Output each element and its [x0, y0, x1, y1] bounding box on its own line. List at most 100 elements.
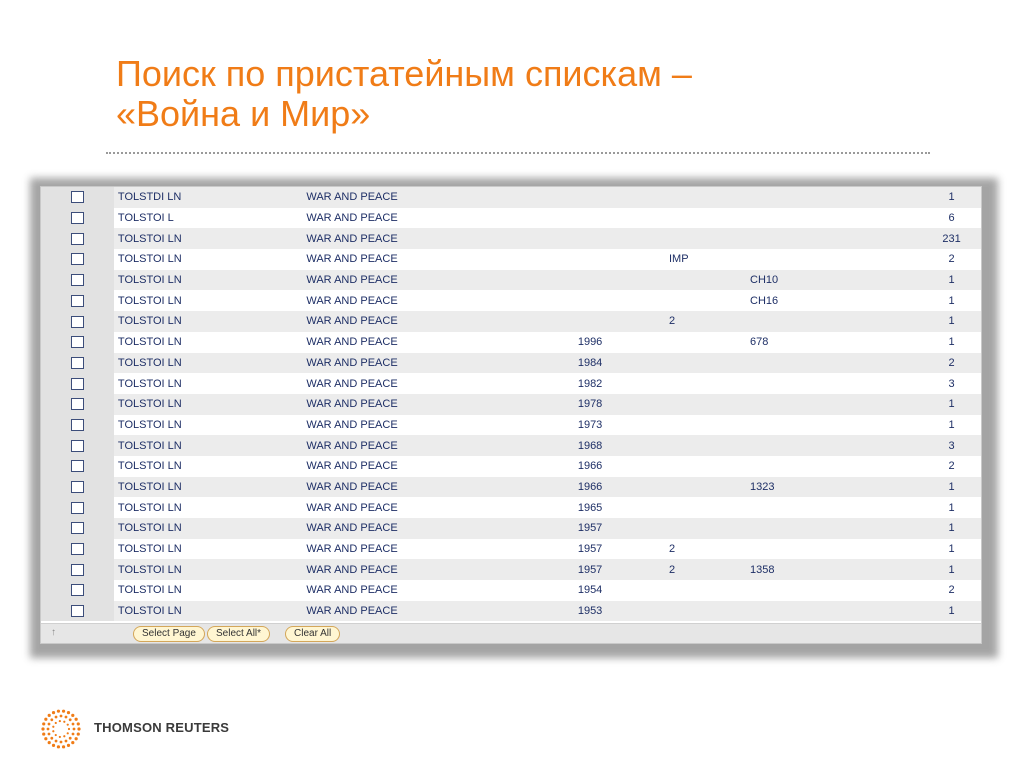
row-checkbox[interactable]: [70, 212, 84, 225]
logo-dot: [47, 741, 51, 745]
year-cell: [577, 269, 669, 291]
logo-dot: [56, 745, 61, 749]
logo-dot: [71, 722, 75, 726]
results-table-body: TOLSTDI LN WAR AND PEACE 1 TOLSTOI L WAR AND…: [41, 187, 981, 622]
year-cell: 1996: [577, 331, 669, 353]
citation-count-cell: 1: [922, 187, 981, 208]
page-cell: 1323: [750, 476, 923, 498]
logo-dot: [77, 727, 81, 731]
row-checkbox[interactable]: [70, 418, 84, 431]
row-checkbox[interactable]: [70, 522, 84, 535]
logo-dot: [63, 720, 66, 723]
author-cell: TOLSTOI LN: [113, 414, 307, 436]
row-checkbox[interactable]: [70, 356, 84, 369]
page-cell: [750, 249, 923, 270]
volume-cell: [668, 393, 751, 415]
row-checkbox[interactable]: [70, 563, 84, 576]
author-cell: TOLSTOI LN: [113, 518, 307, 539]
row-checkbox[interactable]: [70, 377, 84, 390]
volume-cell: [668, 455, 751, 477]
volume-cell: [668, 207, 751, 229]
table-row: TOLSTOI LN WAR AND PEACE 1957 1: [41, 518, 981, 539]
volume-cell: [668, 228, 751, 250]
year-cell: 1984: [577, 352, 669, 374]
author-cell: TOLSTOI LN: [113, 476, 307, 498]
work-title-cell: WAR AND PEACE: [306, 393, 578, 415]
work-title-cell: WAR AND PEACE: [306, 290, 578, 312]
citation-count-cell: 231: [922, 228, 981, 250]
row-checkbox-cell: [41, 414, 114, 436]
row-checkbox-cell: [41, 187, 114, 208]
year-cell: 1982: [577, 373, 669, 394]
table-row: TOLSTOI LN WAR AND PEACE 1968 3: [41, 435, 981, 456]
page-cell: 678: [750, 331, 923, 353]
row-checkbox-cell: [41, 373, 114, 394]
row-checkbox-cell: [41, 580, 114, 601]
citation-count-cell: 1: [922, 414, 981, 436]
page-cell: [750, 228, 923, 250]
slide-title: Поиск по пристатейным спискам – «Война и…: [116, 54, 936, 134]
logo-dot: [47, 722, 51, 726]
citation-count-cell: 2: [922, 352, 981, 374]
row-checkbox[interactable]: [70, 605, 84, 618]
year-cell: [577, 207, 669, 229]
row-checkbox[interactable]: [70, 274, 84, 287]
row-checkbox-cell: [41, 393, 114, 415]
select-all-button[interactable]: Select All*: [207, 626, 271, 642]
volume-cell: [668, 352, 751, 374]
select-page-button[interactable]: Select Page: [133, 626, 205, 642]
row-checkbox[interactable]: [70, 543, 84, 556]
row-checkbox-cell: [41, 600, 114, 622]
row-checkbox[interactable]: [70, 232, 84, 245]
citation-count-cell: 1: [922, 393, 981, 415]
page-cell: CH10: [750, 269, 923, 291]
logo-dot: [72, 727, 76, 731]
citation-count-cell: 1: [922, 269, 981, 291]
logo-dot: [46, 727, 50, 731]
table-row: TOLSTOI LN WAR AND PEACE CH16 1: [41, 290, 981, 312]
logo-dot: [50, 718, 54, 722]
volume-cell: [668, 331, 751, 353]
results-panel: TOLSTDI LN WAR AND PEACE 1 TOLSTOI L WAR AND…: [40, 186, 982, 644]
row-checkbox[interactable]: [70, 439, 84, 452]
slide-title-line1: Поиск по пристатейным спискам –: [116, 53, 692, 94]
year-cell: [577, 187, 669, 208]
work-title-cell: WAR AND PEACE: [306, 435, 578, 456]
up-arrow-icon[interactable]: ↑: [51, 627, 56, 638]
row-checkbox[interactable]: [70, 315, 84, 328]
clear-all-button[interactable]: Clear All: [285, 626, 341, 642]
logo-dot: [58, 735, 61, 739]
logo-dot: [44, 737, 48, 741]
row-checkbox[interactable]: [70, 398, 84, 411]
logo-dot: [68, 718, 72, 722]
row-checkbox-cell: [41, 435, 114, 456]
row-checkbox[interactable]: [70, 253, 84, 266]
page-cell: [750, 373, 923, 394]
row-checkbox-cell: [41, 497, 114, 518]
work-title-cell: WAR AND PEACE: [306, 559, 578, 581]
page-cell: [750, 600, 923, 622]
row-checkbox-cell: [41, 311, 114, 332]
results-table: TOLSTDI LN WAR AND PEACE 1 TOLSTOI L WAR AND…: [41, 187, 981, 622]
citation-count-cell: 6: [922, 207, 981, 229]
citation-count-cell: 2: [922, 580, 981, 601]
row-checkbox[interactable]: [70, 294, 84, 307]
page-cell: [750, 538, 923, 560]
citation-count-cell: 3: [922, 373, 981, 394]
logo-dot: [59, 714, 63, 718]
logo-dot: [54, 739, 58, 743]
row-checkbox[interactable]: [70, 336, 84, 349]
row-checkbox-cell: [41, 249, 114, 270]
logo-dot: [52, 725, 55, 728]
page-cell: [750, 580, 923, 601]
year-cell: 1957: [577, 518, 669, 539]
row-checkbox[interactable]: [70, 481, 84, 494]
row-checkbox[interactable]: [70, 584, 84, 597]
row-checkbox[interactable]: [70, 191, 84, 204]
author-cell: TOLSTOI LN: [113, 311, 307, 332]
page-cell: [750, 455, 923, 477]
work-title-cell: WAR AND PEACE: [306, 414, 578, 436]
row-checkbox[interactable]: [70, 501, 84, 514]
logo-dot: [63, 735, 66, 738]
row-checkbox[interactable]: [70, 460, 84, 473]
